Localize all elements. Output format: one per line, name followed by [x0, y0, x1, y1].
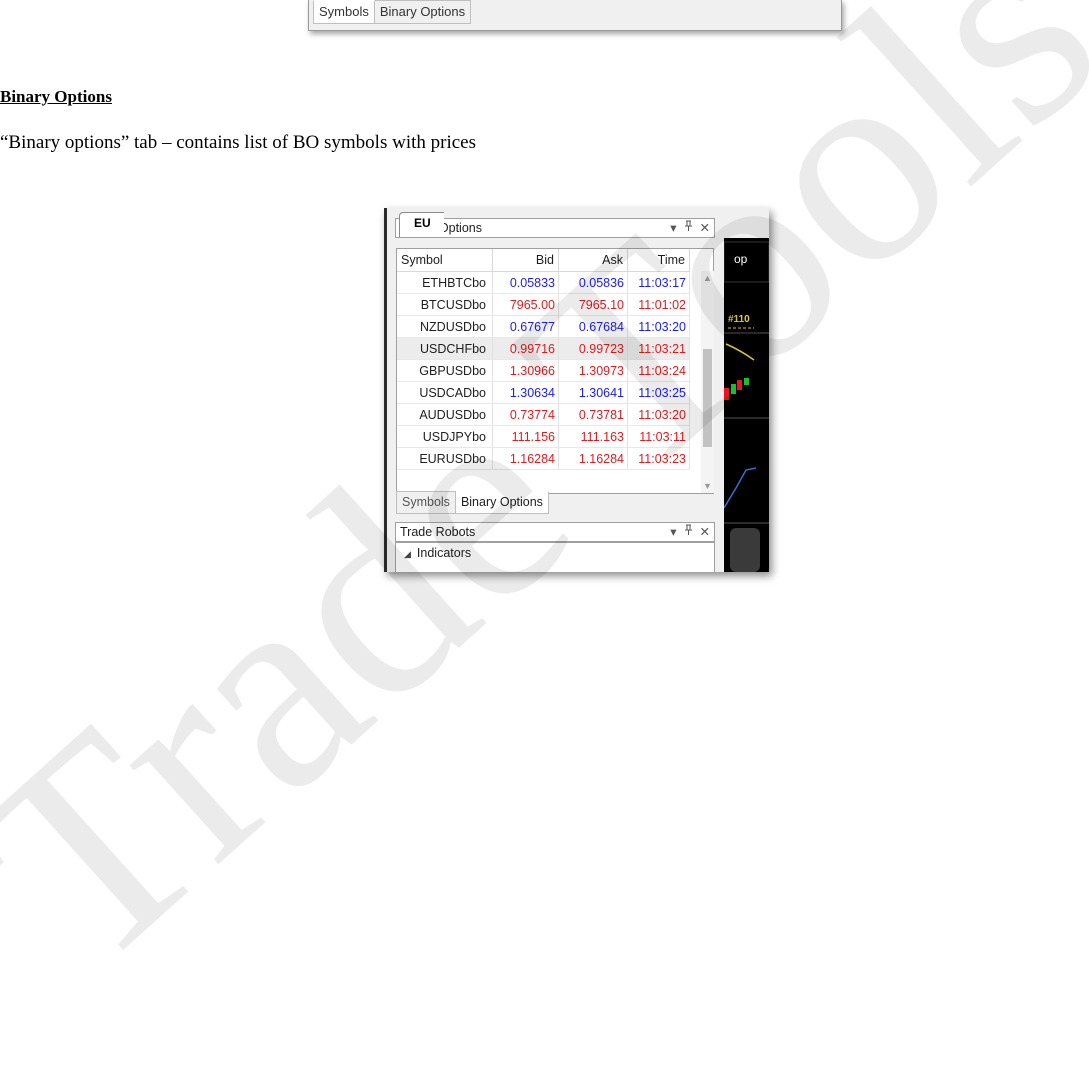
column-header-bid[interactable]: Bid	[492, 249, 559, 272]
table-row[interactable]: GBPUSDbo 1.30966 1.30973 11:03:24	[397, 359, 690, 382]
symbol-cell: EURUSDbo	[397, 447, 493, 470]
bid-cell: 0.99716	[492, 337, 559, 360]
collapse-triangle-icon[interactable]: ◢	[404, 549, 411, 559]
close-icon[interactable]: ✕	[700, 220, 710, 235]
dropdown-icon[interactable]: ▾	[670, 220, 676, 235]
column-header-symbol[interactable]: Symbol	[397, 249, 493, 272]
scroll-up-icon[interactable]: ▲	[703, 273, 712, 283]
symbol-cell: USDJPYbo	[397, 425, 493, 448]
table-header-row: Symbol Bid Ask Time	[397, 249, 690, 272]
panel-controls: ▾ ✕	[670, 220, 710, 235]
tab-symbols-top[interactable]: Symbols	[313, 0, 375, 24]
binary-options-table: Symbol Bid Ask Time ETHBTCbo 0.05833 0.058…	[397, 249, 690, 470]
close-icon[interactable]: ✕	[700, 524, 710, 539]
column-header-ask[interactable]: Ask	[558, 249, 628, 272]
ask-cell: 7965.10	[558, 293, 628, 316]
bid-cell: 1.30966	[492, 359, 559, 382]
bid-cell: 1.16284	[492, 447, 559, 470]
column-header-time[interactable]: Time	[627, 249, 690, 272]
chart-tab-bar	[721, 216, 769, 240]
time-cell: 11:01:02	[627, 293, 690, 316]
ask-cell: 0.05836	[558, 271, 628, 294]
chart-drawing	[724, 241, 769, 572]
price-chart: op #110	[724, 238, 769, 572]
top-tab-strip: Symbols Binary Options	[308, 0, 842, 31]
terminal-screenshot: Binary Options ▾ ✕ Symbol Bid Ask Time E…	[384, 208, 769, 572]
tab-symbols[interactable]: Symbols	[396, 491, 456, 514]
section-heading: Binary Options	[0, 87, 112, 106]
top-tab-row: Symbols Binary Options	[313, 0, 472, 24]
table-row[interactable]: USDJPYbo 111.156 111.163 11:03:11	[397, 425, 690, 448]
table-row[interactable]: USDCADbo 1.30634 1.30641 11:03:25	[397, 381, 690, 404]
symbol-cell: BTCUSDbo	[397, 293, 493, 316]
table-row[interactable]: AUDUSDbo 0.73774 0.73781 11:03:20	[397, 403, 690, 426]
robots-tree: ◢ Indicators	[395, 542, 715, 572]
ask-cell: 0.67684	[558, 315, 628, 338]
table-row[interactable]: ETHBTCbo 0.05833 0.05836 11:03:17	[397, 271, 690, 294]
chart-tab-label: EU	[414, 216, 431, 230]
time-cell: 11:03:25	[627, 381, 690, 404]
symbol-cell: AUDUSDbo	[397, 403, 493, 426]
symbol-cell: USDCHFbo	[397, 337, 493, 360]
bid-cell: 111.156	[492, 425, 559, 448]
bid-cell: 0.05833	[492, 271, 559, 294]
time-cell: 11:03:21	[627, 337, 690, 360]
time-cell: 11:03:20	[627, 315, 690, 338]
ask-cell: 111.163	[558, 425, 628, 448]
ask-cell: 0.73781	[558, 403, 628, 426]
trade-robots-title: Trade Robots	[400, 525, 476, 539]
table-row[interactable]: BTCUSDbo 7965.00 7965.10 11:01:02	[397, 293, 690, 316]
ask-cell: 1.16284	[558, 447, 628, 470]
scrollbar-thumb[interactable]	[703, 349, 712, 447]
time-cell: 11:03:23	[627, 447, 690, 470]
table-row[interactable]: EURUSDbo 1.16284 1.16284 11:03:23	[397, 447, 690, 470]
ask-cell: 0.99723	[558, 337, 628, 360]
bid-cell: 1.30634	[492, 381, 559, 404]
table-row[interactable]: USDCHFbo 0.99716 0.99723 11:03:21	[397, 337, 690, 360]
tree-node-indicators[interactable]: ◢ Indicators	[404, 546, 471, 560]
time-cell: 11:03:20	[627, 403, 690, 426]
trade-robots-panel-header: Trade Robots ▾ ✕	[395, 522, 715, 542]
symbols-grid: Symbol Bid Ask Time ETHBTCbo 0.05833 0.058…	[396, 248, 714, 494]
bid-cell: 0.73774	[492, 403, 559, 426]
bid-cell: 0.67677	[492, 315, 559, 338]
pin-icon[interactable]	[684, 524, 693, 539]
tab-binary-options[interactable]: Binary Options	[455, 491, 549, 514]
section-description: “Binary options” tab – contains list of …	[0, 132, 477, 153]
scroll-down-icon[interactable]: ▼	[703, 481, 712, 491]
tab-binary-options-top[interactable]: Binary Options	[374, 0, 472, 24]
symbol-cell: USDCADbo	[397, 381, 493, 404]
symbol-cell: NZDUSDbo	[397, 315, 493, 338]
table-row[interactable]: NZDUSDbo 0.67677 0.67684 11:03:20	[397, 315, 690, 338]
vertical-scrollbar[interactable]: ▲ ▼	[701, 271, 714, 493]
chart-tab[interactable]: EU	[399, 212, 444, 237]
tree-node-label: Indicators	[416, 546, 472, 560]
symbol-cell: GBPUSDbo	[397, 359, 493, 382]
time-cell: 11:03:24	[627, 359, 690, 382]
panel-tab-row: Symbols Binary Options	[396, 491, 549, 514]
time-cell: 11:03:11	[627, 425, 690, 448]
dropdown-icon[interactable]: ▾	[670, 524, 676, 539]
ask-cell: 1.30973	[558, 359, 628, 382]
symbol-cell: ETHBTCbo	[397, 271, 493, 294]
time-cell: 11:03:17	[627, 271, 690, 294]
robots-panel-controls: ▾ ✕	[670, 524, 710, 539]
ask-cell: 1.30641	[558, 381, 628, 404]
pin-icon[interactable]	[684, 220, 693, 235]
bid-cell: 7965.00	[492, 293, 559, 316]
